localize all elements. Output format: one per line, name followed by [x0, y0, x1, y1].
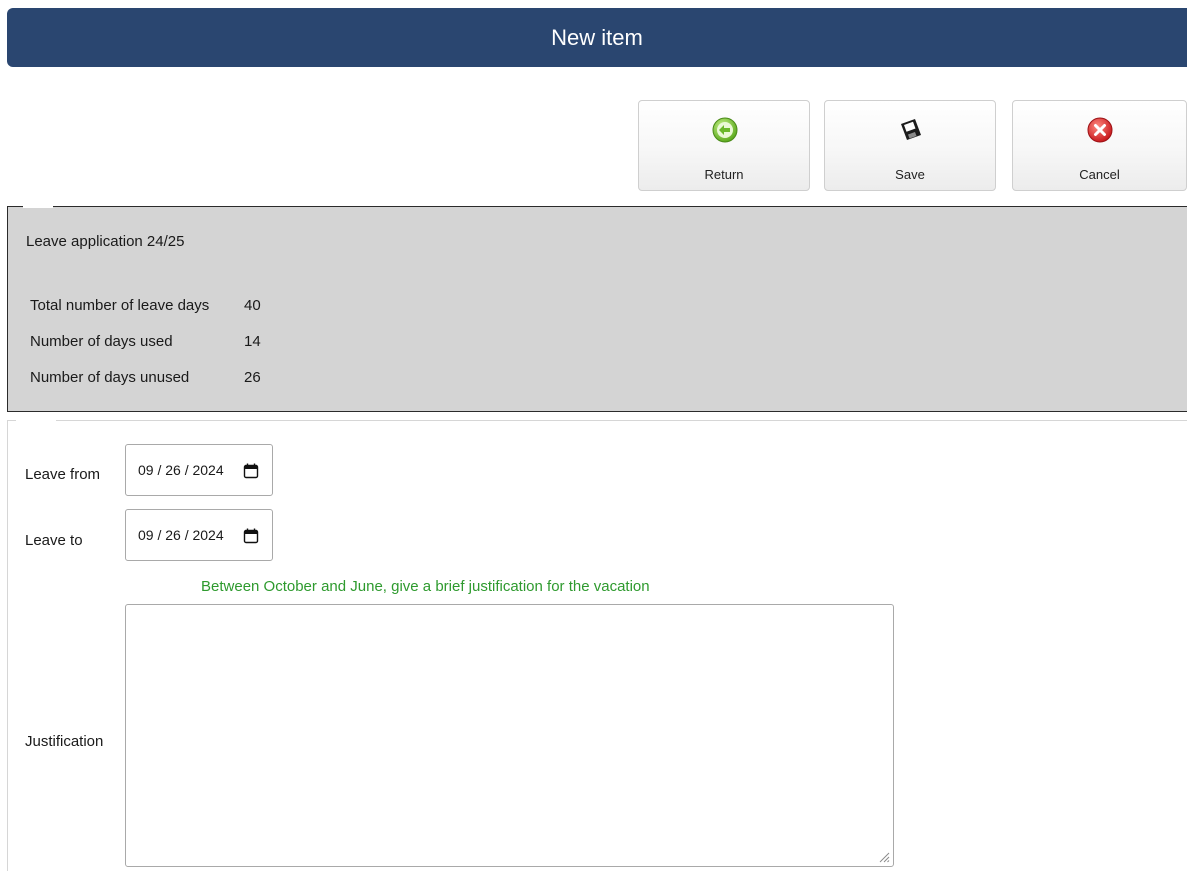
days-used-label: Number of days used	[30, 333, 173, 350]
leave-from-value: 09 / 26 / 2024	[138, 462, 224, 478]
justification-textarea[interactable]	[125, 604, 894, 867]
form-tab-notch	[16, 420, 56, 422]
total-leave-days-label: Total number of leave days	[30, 297, 210, 314]
justification-hint: Between October and June, give a brief j…	[201, 578, 650, 595]
page-title: New item	[551, 24, 643, 50]
cancel-label: Cancel	[1079, 167, 1120, 182]
return-button[interactable]: Return	[638, 100, 810, 191]
leave-to-label: Leave to	[25, 532, 83, 549]
leave-from-date-input[interactable]: 09 / 26 / 2024	[125, 444, 273, 496]
calendar-icon[interactable]	[243, 463, 259, 479]
leave-to-date-input[interactable]: 09 / 26 / 2024	[125, 509, 273, 561]
arrow-left-circle-icon	[712, 117, 738, 143]
days-unused-value: 26	[244, 369, 261, 386]
justification-label: Justification	[25, 733, 104, 750]
leave-summary-panel: Leave application 24/25 Total number of …	[7, 205, 1187, 412]
header-bar: New item	[7, 8, 1187, 67]
x-circle-icon	[1087, 117, 1113, 143]
calendar-icon[interactable]	[243, 528, 259, 544]
leave-to-value: 09 / 26 / 2024	[138, 527, 224, 543]
days-unused-label: Number of days unused	[30, 369, 190, 386]
save-button[interactable]: Save	[824, 100, 996, 191]
save-label: Save	[895, 167, 925, 182]
panel-tab-notch	[23, 205, 53, 208]
summary-title: Leave application 24/25	[26, 233, 185, 250]
leave-from-label: Leave from	[25, 466, 101, 483]
floppy-disk-icon	[901, 119, 921, 140]
return-label: Return	[704, 167, 744, 182]
total-leave-days-value: 40	[244, 297, 261, 314]
resize-grip-icon[interactable]	[878, 851, 890, 863]
cancel-button[interactable]: Cancel	[1012, 100, 1187, 191]
days-used-value: 14	[244, 333, 261, 350]
